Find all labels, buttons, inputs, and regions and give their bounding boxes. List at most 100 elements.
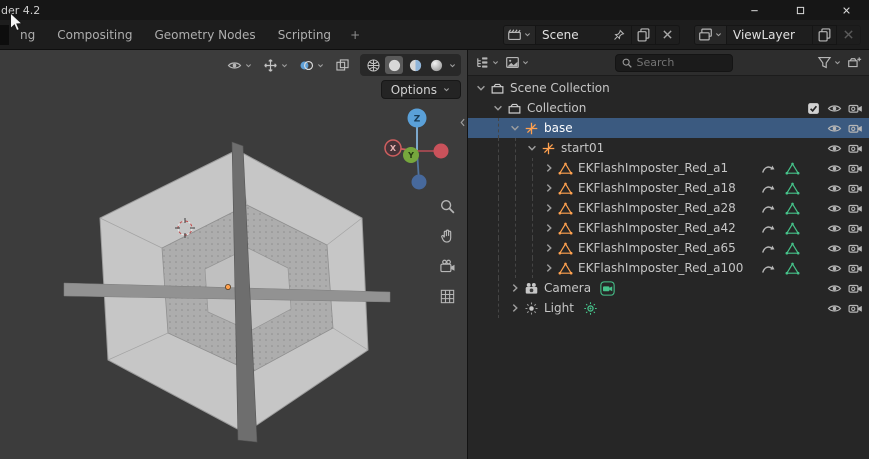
eye-icon[interactable]	[827, 181, 842, 196]
constraint-icon[interactable]	[761, 201, 776, 216]
eye-icon[interactable]	[827, 301, 842, 316]
camera-icon[interactable]	[848, 281, 863, 296]
mesh-data-icon[interactable]	[785, 181, 800, 196]
camera-icon[interactable]	[848, 161, 863, 176]
disclosure-collapsed-icon[interactable]	[542, 241, 556, 255]
disclosure-collapsed-icon[interactable]	[542, 201, 556, 215]
eye-icon[interactable]	[827, 141, 842, 156]
disclosure-collapsed-icon[interactable]	[542, 261, 556, 275]
mesh-data-icon[interactable]	[785, 161, 800, 176]
camera-icon[interactable]	[848, 221, 863, 236]
outliner-row-ekflashimposter-red-a1[interactable]: EKFlashImposter_Red_a1	[468, 158, 869, 178]
blender-menu-partial[interactable]	[0, 25, 9, 45]
constraint-icon[interactable]	[761, 261, 776, 276]
options-button[interactable]: Options	[381, 80, 461, 99]
outliner-row-ekflashimposter-red-a18[interactable]: EKFlashImposter_Red_a18	[468, 178, 869, 198]
browse-scene-button[interactable]	[503, 25, 536, 45]
shading-material-preview-button[interactable]	[406, 56, 424, 74]
maximize-button[interactable]	[777, 0, 823, 20]
disclosure-collapsed-icon[interactable]	[508, 281, 522, 295]
disclosure-collapsed-icon[interactable]	[542, 161, 556, 175]
camera-icon[interactable]	[848, 201, 863, 216]
add-workspace-tab[interactable]: +	[342, 20, 368, 49]
disclosure-expanded-icon[interactable]	[525, 141, 539, 155]
outliner-row-scene-collection[interactable]: Scene Collection	[468, 78, 869, 98]
camera-icon[interactable]	[848, 301, 863, 316]
outliner-row-ekflashimposter-red-a65[interactable]: EKFlashImposter_Red_a65	[468, 238, 869, 258]
disclosure-collapsed-icon[interactable]	[508, 301, 522, 315]
new-collection-button[interactable]	[847, 55, 862, 70]
filter-dropdown[interactable]	[817, 55, 842, 70]
shading-rendered-button[interactable]	[427, 56, 445, 74]
outliner-row-ekflashimposter-red-a42[interactable]: EKFlashImposter_Red_a42	[468, 218, 869, 238]
toggle-xray-button[interactable]	[335, 58, 350, 73]
disclosure-collapsed-icon[interactable]	[542, 221, 556, 235]
viewlayer-name-field[interactable]: ViewLayer	[727, 25, 813, 45]
browse-viewlayer-button[interactable]	[694, 25, 727, 45]
navigation-gizmo[interactable]: Z X Y	[384, 106, 456, 196]
pin-icon[interactable]	[613, 29, 625, 41]
outliner-row-collection[interactable]: Collection	[468, 98, 869, 118]
eye-icon[interactable]	[827, 221, 842, 236]
mesh-data-icon[interactable]	[785, 221, 800, 236]
eye-icon[interactable]	[827, 241, 842, 256]
filter-id-type-dropdown[interactable]	[505, 55, 530, 70]
scene-name-field[interactable]: Scene	[536, 25, 632, 45]
eye-icon[interactable]	[827, 161, 842, 176]
camera-icon[interactable]	[848, 181, 863, 196]
camera-icon[interactable]	[848, 261, 863, 276]
camera-view-button[interactable]	[437, 256, 457, 276]
pan-button[interactable]	[437, 226, 457, 246]
show-overlays-button[interactable]	[299, 58, 325, 73]
tab-geometry-nodes[interactable]: Geometry Nodes	[143, 20, 266, 49]
gizmo-x-label[interactable]: X	[390, 144, 397, 153]
camera-icon[interactable]	[848, 101, 863, 116]
camera-icon[interactable]	[848, 241, 863, 256]
mesh-data-icon[interactable]	[785, 241, 800, 256]
outliner-row-ekflashimposter-red-a28[interactable]: EKFlashImposter_Red_a28	[468, 198, 869, 218]
outliner-row-base[interactable]: base	[468, 118, 869, 138]
unlink-scene-button[interactable]	[656, 25, 680, 45]
mesh-data-icon[interactable]	[785, 261, 800, 276]
toggle-perspective-button[interactable]	[437, 286, 457, 306]
eye-icon[interactable]	[827, 261, 842, 276]
eye-icon[interactable]	[827, 281, 842, 296]
new-viewlayer-button[interactable]	[813, 25, 837, 45]
remove-viewlayer-button[interactable]	[837, 25, 861, 45]
tab-scripting[interactable]: Scripting	[267, 20, 342, 49]
disclosure-expanded-icon[interactable]	[508, 121, 522, 135]
camera-data-icon[interactable]	[600, 281, 615, 296]
shading-solid-button[interactable]	[385, 56, 403, 74]
constraint-icon[interactable]	[761, 181, 776, 196]
tab-compositing[interactable]: Compositing	[46, 20, 143, 49]
disclosure-collapsed-icon[interactable]	[542, 181, 556, 195]
outliner-row-ekflashimposter-red-a100[interactable]: EKFlashImposter_Red_a100	[468, 258, 869, 278]
outliner-row-light[interactable]: Light	[468, 298, 869, 318]
region-collapse-arrow[interactable]	[458, 115, 467, 130]
eye-icon[interactable]	[827, 121, 842, 136]
gizmo-z-label[interactable]: Z	[414, 115, 421, 125]
object-type-visibility-button[interactable]	[227, 58, 253, 73]
checkbox-icon[interactable]	[806, 101, 821, 116]
constraint-icon[interactable]	[761, 241, 776, 256]
disclosure-expanded-icon[interactable]	[491, 101, 505, 115]
display-mode-dropdown[interactable]	[475, 55, 500, 70]
new-scene-button[interactable]	[632, 25, 656, 45]
light-data-icon[interactable]	[583, 301, 598, 316]
camera-icon[interactable]	[848, 121, 863, 136]
show-gizmos-button[interactable]	[263, 58, 289, 73]
camera-icon[interactable]	[848, 141, 863, 156]
shading-wireframe-button[interactable]	[364, 56, 382, 74]
gizmo-y-label[interactable]: Y	[407, 151, 414, 160]
outliner-search[interactable]	[615, 54, 733, 72]
close-button[interactable]	[823, 0, 869, 20]
outliner-row-start01[interactable]: start01	[468, 138, 869, 158]
minimize-button[interactable]	[731, 0, 777, 20]
outliner-row-camera[interactable]: Camera	[468, 278, 869, 298]
viewport-3d[interactable]: Options Z X Y	[0, 50, 468, 459]
search-input[interactable]	[637, 56, 727, 69]
eye-icon[interactable]	[827, 101, 842, 116]
zoom-button[interactable]	[437, 196, 457, 216]
constraint-icon[interactable]	[761, 161, 776, 176]
constraint-icon[interactable]	[761, 221, 776, 236]
